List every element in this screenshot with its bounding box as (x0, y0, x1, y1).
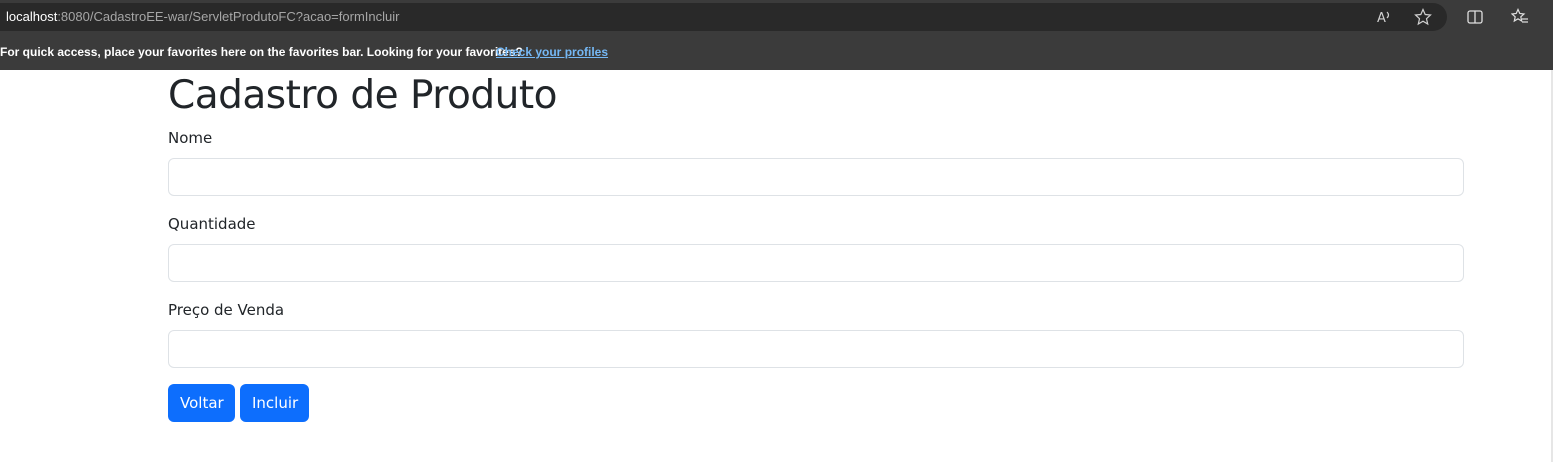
check-profiles-link[interactable]: Check your profiles (496, 45, 608, 59)
name-input[interactable] (168, 158, 1464, 196)
svg-text:A: A (1377, 11, 1386, 26)
submit-button[interactable]: Incluir (240, 384, 309, 422)
url-host: localhost (6, 9, 58, 24)
url-path: :8080/CadastroEE-war/ServletProdutoFC?ac… (57, 9, 400, 24)
name-field-group: Nome (168, 128, 1464, 196)
favorites-list-icon[interactable] (1508, 5, 1532, 29)
price-label: Preço de Venda (168, 301, 285, 319)
price-field-group: Preço de Venda (168, 300, 1464, 368)
quantity-field-group: Quantidade (168, 214, 1464, 282)
price-input[interactable] (168, 330, 1464, 368)
split-screen-icon[interactable] (1463, 5, 1487, 29)
favorite-star-icon[interactable] (1411, 5, 1435, 29)
address-bar: localhost:8080/CadastroEE-war/ServletPro… (0, 0, 1553, 34)
favorites-bar-message: For quick access, place your favorites h… (0, 45, 523, 59)
url-field[interactable]: localhost:8080/CadastroEE-war/ServletPro… (0, 3, 1447, 31)
name-label: Nome (168, 129, 213, 147)
product-form: Cadastro de Produto Nome Quantidade Preç… (168, 70, 1464, 422)
read-aloud-icon[interactable]: A (1372, 5, 1396, 29)
favorites-bar: For quick access, place your favorites h… (0, 34, 1553, 70)
quantity-label: Quantidade (168, 215, 256, 233)
back-button[interactable]: Voltar (168, 384, 235, 422)
page-title: Cadastro de Produto (168, 73, 557, 118)
url-text: localhost:8080/CadastroEE-war/ServletPro… (6, 9, 399, 24)
quantity-input[interactable] (168, 244, 1464, 282)
